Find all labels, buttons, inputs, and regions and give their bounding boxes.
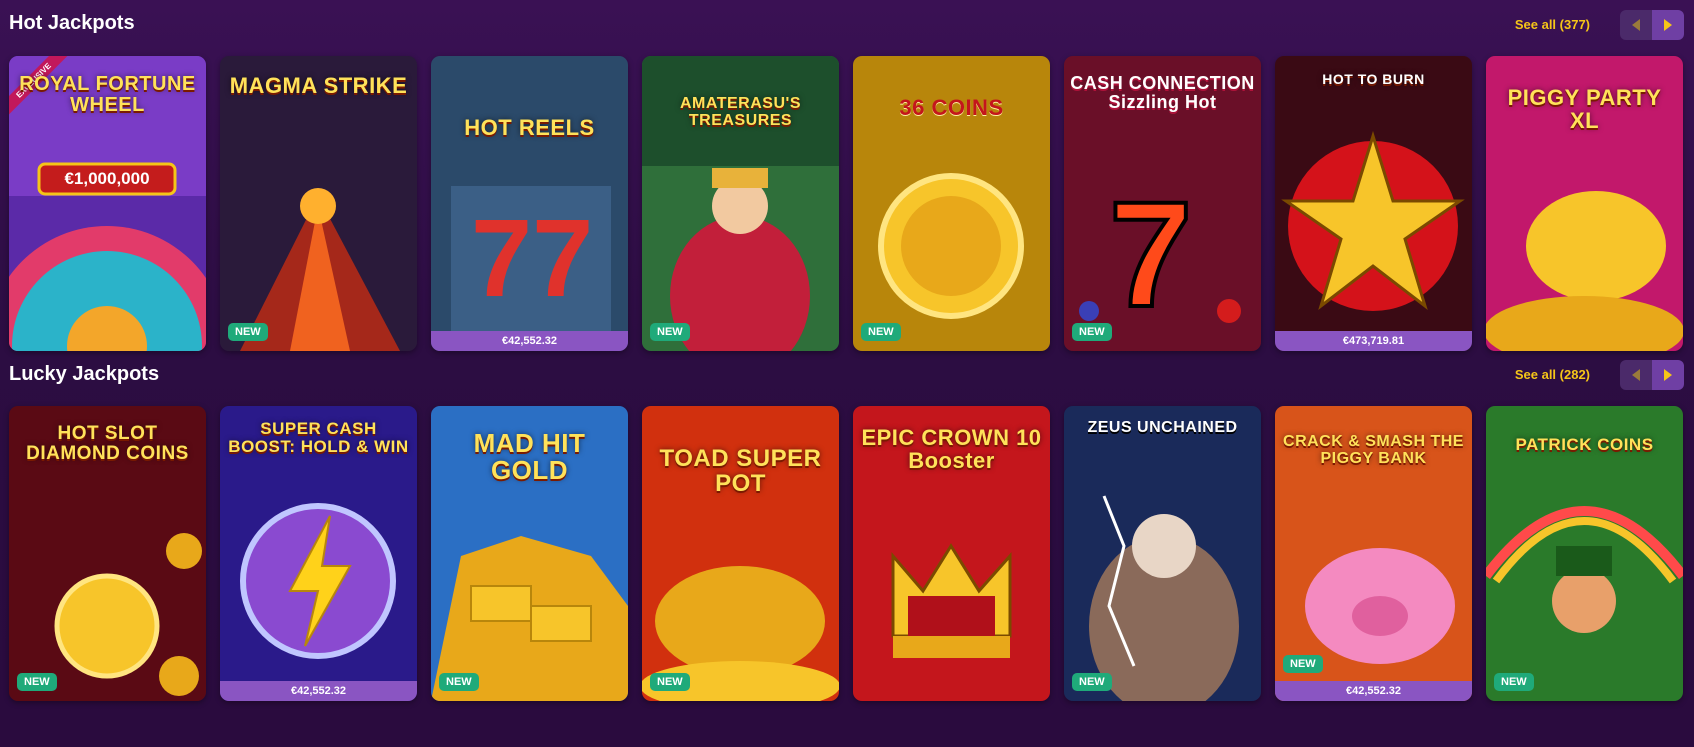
lucky-jackpots-section: Lucky Jackpots See all (282) HOT SLOT DI… bbox=[0, 355, 1694, 747]
game-title: PIGGY PARTY XL bbox=[1507, 85, 1662, 134]
game-title: CRACK & SMASH THE PIGGY BANK bbox=[1283, 433, 1464, 467]
game-artwork bbox=[220, 56, 417, 351]
game-title: PATRICK COINS bbox=[1515, 435, 1654, 454]
chevron-right-icon bbox=[1664, 369, 1672, 381]
game-card[interactable]: EXCLUSIVE ROYAL FORTUNE WHEEL €1,000,000 bbox=[9, 56, 206, 351]
game-card[interactable]: HOT SLOT DIAMOND COINS NEW bbox=[9, 406, 206, 701]
game-title: ROYAL FORTUNE WHEEL bbox=[19, 73, 196, 116]
new-badge: NEW bbox=[650, 673, 690, 691]
game-artwork bbox=[1064, 406, 1261, 701]
game-card[interactable]: 7 CASH CONNECTION Sizzling Hot NEW bbox=[1064, 56, 1261, 351]
game-title: MAGMA STRIKE bbox=[229, 73, 408, 98]
game-title: MAD HIT GOLD bbox=[473, 428, 586, 486]
game-row: EXCLUSIVE ROYAL FORTUNE WHEEL €1,000,000… bbox=[9, 56, 1683, 351]
jackpot-amount: €1,000,000 bbox=[64, 169, 150, 188]
carousel-nav bbox=[1620, 360, 1684, 390]
game-card[interactable]: MAGMA STRIKE NEW bbox=[220, 56, 417, 351]
game-title: HOT SLOT DIAMOND COINS bbox=[26, 423, 189, 464]
game-title: EPIC CROWN 10 Booster bbox=[861, 425, 1042, 474]
game-artwork: 77 bbox=[431, 56, 628, 351]
chevron-right-icon bbox=[1664, 19, 1672, 31]
game-card[interactable]: TOAD SUPER POT NEW bbox=[642, 406, 839, 701]
chevron-left-icon bbox=[1632, 19, 1640, 31]
game-card[interactable]: AMATERASU'S TREASURES NEW bbox=[642, 56, 839, 351]
game-title: 36 COINS bbox=[899, 95, 1004, 120]
game-card[interactable]: PATRICK COINS NEW bbox=[1486, 406, 1683, 701]
game-title: ZEUS UNCHAINED bbox=[1087, 419, 1238, 436]
hot-jackpots-section: Hot Jackpots See all (377) EXCLUSIVE ROY… bbox=[0, 0, 1694, 351]
new-badge: NEW bbox=[650, 323, 690, 341]
game-row: HOT SLOT DIAMOND COINS NEW SUPER CASH BO… bbox=[9, 406, 1683, 701]
game-card[interactable]: 77 HOT REELS €42,552.32 bbox=[431, 56, 628, 351]
svg-text:77: 77 bbox=[471, 197, 593, 320]
section-title: Lucky Jackpots bbox=[9, 363, 160, 385]
chevron-left-icon bbox=[1632, 369, 1640, 381]
game-title: TOAD SUPER POT bbox=[659, 445, 822, 498]
game-card[interactable]: CRACK & SMASH THE PIGGY BANK NEW €42,552… bbox=[1275, 406, 1472, 701]
game-card[interactable]: ZEUS UNCHAINED NEW bbox=[1064, 406, 1261, 701]
new-badge: NEW bbox=[17, 673, 57, 691]
game-card[interactable]: SUPER CASH BOOST: HOLD & WIN €42,552.32 bbox=[220, 406, 417, 701]
see-all-link[interactable]: See all (377) bbox=[1515, 17, 1590, 32]
game-card[interactable]: MAD HIT GOLD NEW bbox=[431, 406, 628, 701]
jackpot-bar: €42,552.32 bbox=[1275, 681, 1472, 701]
new-badge: NEW bbox=[1494, 673, 1534, 691]
prev-button[interactable] bbox=[1620, 10, 1652, 40]
game-artwork bbox=[1275, 56, 1472, 351]
jackpot-bar: €42,552.32 bbox=[431, 331, 628, 351]
section-title: Hot Jackpots bbox=[9, 12, 135, 34]
jackpot-bar: €473,719.81 bbox=[1275, 331, 1472, 351]
new-badge: NEW bbox=[439, 673, 479, 691]
game-title: HOT REELS bbox=[464, 115, 595, 140]
game-title: CASH CONNECTION Sizzling Hot bbox=[1070, 73, 1255, 112]
svg-text:7: 7 bbox=[1109, 170, 1192, 338]
game-title: AMATERASU'S TREASURES bbox=[679, 95, 801, 129]
new-badge: NEW bbox=[228, 323, 268, 341]
see-all-link[interactable]: See all (282) bbox=[1515, 367, 1590, 382]
new-badge: NEW bbox=[861, 323, 901, 341]
new-badge: NEW bbox=[1072, 323, 1112, 341]
game-card[interactable]: PIGGY PARTY XL bbox=[1486, 56, 1683, 351]
prev-button[interactable] bbox=[1620, 360, 1652, 390]
game-card[interactable]: 36 COINS NEW bbox=[853, 56, 1050, 351]
next-button[interactable] bbox=[1652, 10, 1684, 40]
next-button[interactable] bbox=[1652, 360, 1684, 390]
game-card[interactable]: HOT TO BURN €473,719.81 bbox=[1275, 56, 1472, 351]
new-badge: NEW bbox=[1072, 673, 1112, 691]
jackpot-bar: €42,552.32 bbox=[220, 681, 417, 701]
new-badge: NEW bbox=[1283, 655, 1323, 673]
game-title: HOT TO BURN bbox=[1322, 71, 1425, 87]
carousel-nav bbox=[1620, 10, 1684, 40]
game-card[interactable]: EPIC CROWN 10 Booster bbox=[853, 406, 1050, 701]
game-title: SUPER CASH BOOST: HOLD & WIN bbox=[228, 419, 409, 456]
